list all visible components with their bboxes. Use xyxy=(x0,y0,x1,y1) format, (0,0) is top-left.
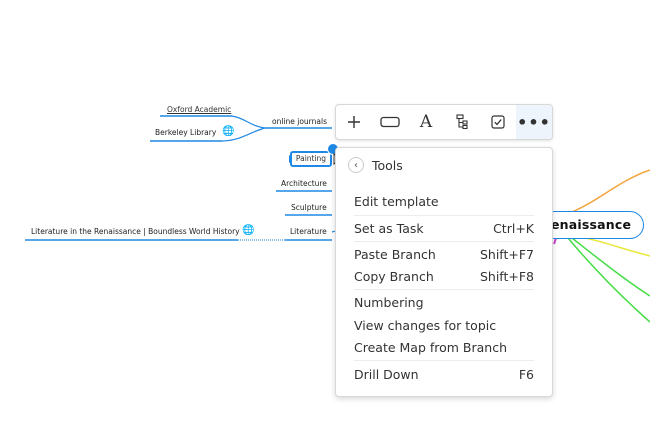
menu-item-view-changes[interactable]: View changes for topic xyxy=(354,315,534,335)
branch-line-green-2 xyxy=(567,237,650,323)
add-icon[interactable] xyxy=(336,105,372,139)
node-sculpture[interactable]: Sculpture xyxy=(291,203,327,213)
node-literature[interactable]: Literature xyxy=(290,227,327,237)
structure-icon[interactable] xyxy=(444,105,480,139)
connector-journals-oxford xyxy=(231,115,266,129)
menu-item-label: Copy Branch xyxy=(354,268,434,284)
link-berkeley-library[interactable]: Berkeley Library xyxy=(155,128,216,138)
more-options-icon[interactable]: ••• xyxy=(516,105,552,139)
menu-item-set-as-task[interactable]: Set as Task Ctrl+K xyxy=(354,218,534,238)
menu-item-copy-branch[interactable]: Copy Branch Shift+F8 xyxy=(354,266,534,286)
menu-separator xyxy=(354,241,534,242)
branch-line-green-1 xyxy=(571,237,650,297)
menu-item-label: Drill Down xyxy=(354,366,419,382)
branch-line-orange xyxy=(571,169,650,213)
menu-item-paste-branch[interactable]: Paste Branch Shift+F7 xyxy=(354,244,534,264)
menu-item-shortcut: F6 xyxy=(518,366,534,382)
menu-title: Tools xyxy=(372,157,403,173)
menu-item-label: Create Map from Branch xyxy=(354,339,508,355)
menu-separator xyxy=(354,360,534,361)
menu-item-shortcut: Shift+F7 xyxy=(479,246,534,262)
menu-item-label: Edit template xyxy=(354,193,439,209)
menu-item-drill-down[interactable]: Drill Down F6 xyxy=(354,364,534,384)
root-node[interactable]: enaissance xyxy=(540,211,644,239)
tools-menu: ‹ Tools Edit template Set as Task Ctrl+K… xyxy=(335,147,553,397)
menu-item-label: Numbering xyxy=(354,294,424,310)
menu-item-label: Set as Task xyxy=(354,220,424,236)
node-painting[interactable]: Painting xyxy=(290,151,332,167)
globe-icon[interactable]: 🌐 xyxy=(222,127,234,137)
menu-separator xyxy=(354,289,534,290)
node-online-journals[interactable]: online journals xyxy=(272,117,327,127)
shape-icon[interactable] xyxy=(372,105,408,139)
node-architecture[interactable]: Architecture xyxy=(281,179,327,189)
floating-toolbar: A ••• xyxy=(335,104,553,140)
task-checkbox-icon[interactable] xyxy=(480,105,516,139)
menu-item-create-map-from-branch[interactable]: Create Map from Branch xyxy=(354,337,534,357)
menu-item-shortcut: Ctrl+K xyxy=(493,220,534,236)
menu-item-label: View changes for topic xyxy=(354,317,497,333)
menu-item-edit-template[interactable]: Edit template xyxy=(354,191,534,211)
menu-item-label: Paste Branch xyxy=(354,246,436,262)
link-literature-renaissance[interactable]: Literature in the Renaissance | Boundles… xyxy=(31,227,240,237)
text-style-icon[interactable]: A xyxy=(408,105,444,139)
branch-line-yellow xyxy=(574,235,650,257)
back-chevron-icon[interactable]: ‹ xyxy=(348,157,364,173)
link-oxford-academic[interactable]: Oxford Academic xyxy=(167,105,231,115)
menu-item-numbering[interactable]: Numbering xyxy=(354,292,534,312)
menu-separator xyxy=(354,215,534,216)
menu-header: ‹ Tools xyxy=(348,156,403,174)
globe-icon[interactable]: 🌐 xyxy=(242,226,254,236)
menu-item-shortcut: Shift+F8 xyxy=(479,268,534,284)
